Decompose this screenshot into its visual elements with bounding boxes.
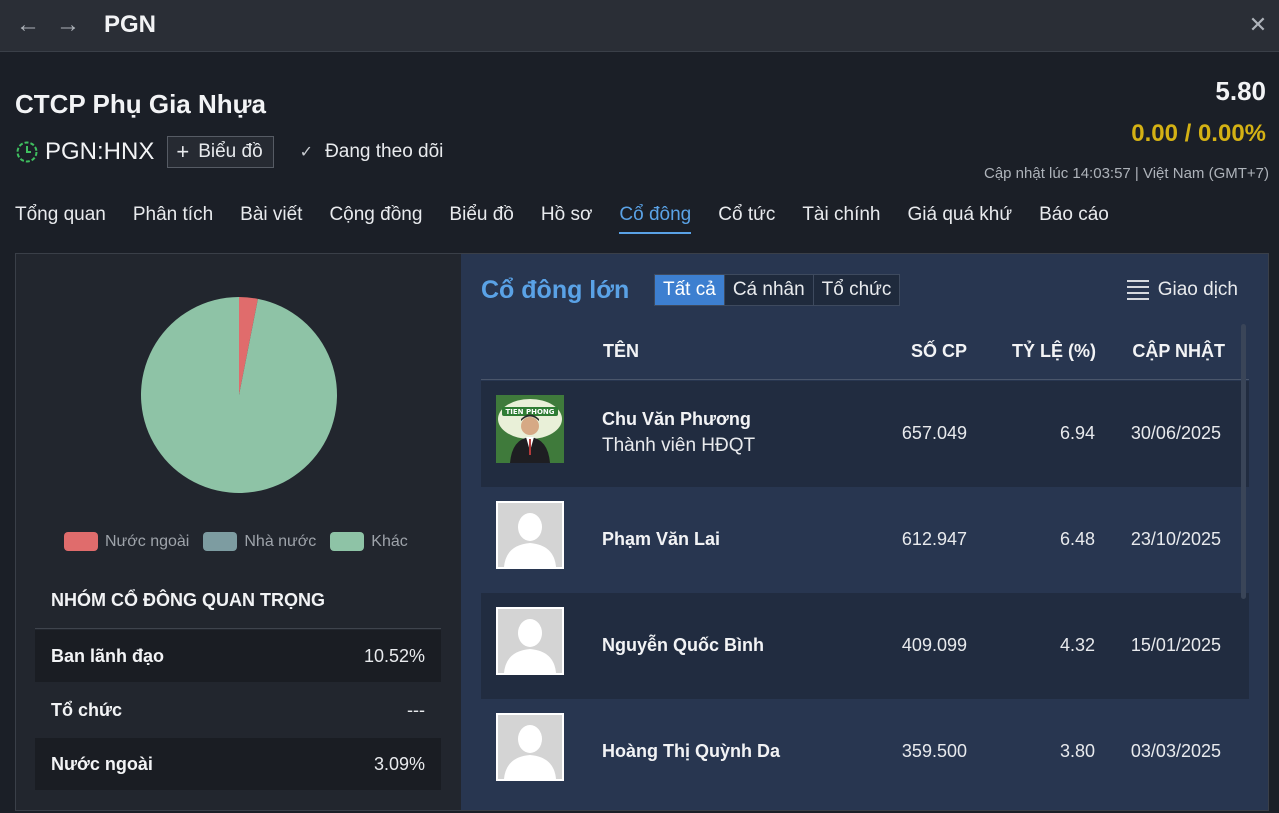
pie-svg [141, 297, 338, 493]
check-icon: ✓ [299, 144, 314, 161]
col-name[interactable]: TÊN [603, 341, 639, 362]
major-shareholders-title: Cổ đông lớn [481, 276, 630, 304]
shareholder-percent: 6.48 [1059, 529, 1095, 549]
col-shares[interactable]: SỐ CP [911, 341, 967, 362]
filter-organization[interactable]: Tổ chức [813, 275, 900, 305]
legend-item-foreign[interactable]: Nước ngoài [64, 532, 189, 551]
legend-swatch-other [330, 532, 365, 551]
tab-reports[interactable]: Báo cáo [1039, 204, 1109, 234]
shareholder-filter: Tất cả Cá nhân Tổ chức [654, 274, 901, 306]
table-row[interactable]: Phạm Văn Lai 612.947 6.48 23/10/2025 [481, 487, 1249, 593]
legend-swatch-foreign [64, 532, 98, 551]
tab-bar: Tổng quan Phân tích Bài viết Cộng đồng B… [15, 204, 1136, 234]
shareholder-shares: 612.947 [901, 529, 967, 549]
company-name: CTCP Phụ Gia Nhựa [15, 89, 266, 119]
tab-price-history[interactable]: Giá quá khứ [907, 204, 1012, 234]
plus-icon: + [176, 139, 190, 164]
table-row[interactable]: Nguyễn Quốc Bình 409.099 4.32 15/01/2025 [481, 593, 1249, 699]
key-group-value: 10.52% [363, 645, 425, 666]
legend-item-state[interactable]: Nhà nước [203, 532, 316, 551]
shareholder-role: Thành viên HĐQT [602, 435, 756, 456]
shareholder-name[interactable]: Nguyễn Quốc Bình [602, 635, 764, 656]
shareholder-updated: 03/03/2025 [1130, 741, 1221, 761]
tab-dividends[interactable]: Cổ tức [718, 204, 775, 234]
key-group-label: Nước ngoài [51, 753, 153, 774]
ticker-symbol: PGN:HNX [45, 138, 155, 165]
price: 5.80 [1215, 76, 1266, 106]
ownership-section: Nước ngoài Nhà nước Khác NHÓM CỔ ĐÔNG QU… [16, 254, 461, 810]
table-scrollbar[interactable] [1241, 324, 1246, 599]
shareholder-percent: 6.94 [1059, 423, 1095, 443]
title-bar: ← → PGN ✕ [0, 0, 1279, 52]
tab-shareholders[interactable]: Cổ đông [619, 204, 692, 234]
default-avatar-icon [496, 607, 564, 675]
shareholder-shares: 359.500 [901, 741, 967, 761]
table-row[interactable]: Hoàng Thị Quỳnh Da 359.500 3.80 03/03/20… [481, 699, 1249, 805]
tab-chart[interactable]: Biểu đồ [449, 204, 513, 234]
key-group-label: Ban lãnh đạo [51, 645, 165, 666]
shareholder-shares: 657.049 [901, 423, 967, 443]
legend-item-other[interactable]: Khác [330, 532, 408, 551]
key-group-row: Tổ chức --- [35, 684, 441, 736]
col-percent[interactable]: TỶ LỆ (%) [1012, 341, 1096, 362]
price-change: 0.00 / 0.00% [1131, 120, 1266, 147]
chart-button-label: Biểu đồ [198, 141, 263, 162]
tab-financials[interactable]: Tài chính [802, 204, 880, 234]
pie-legend: Nước ngoài Nhà nước Khác [64, 532, 422, 551]
follow-label: Đang theo dõi [325, 141, 444, 162]
transactions-label: Giao dịch [1157, 279, 1238, 300]
filter-individual[interactable]: Cá nhân [724, 275, 814, 305]
col-updated[interactable]: CẬP NHẬT [1132, 341, 1225, 362]
clock-status-icon [16, 141, 38, 163]
close-icon[interactable]: ✕ [1245, 10, 1271, 40]
shareholders-panel: Nước ngoài Nhà nước Khác NHÓM CỔ ĐÔNG QU… [15, 253, 1269, 811]
major-shareholders-section: Cổ đông lớn Tất cả Cá nhân Tổ chức Giao … [461, 254, 1268, 810]
key-group-value: 3.09% [373, 753, 425, 774]
tab-articles[interactable]: Bài viết [240, 204, 302, 234]
tab-analysis[interactable]: Phân tích [133, 204, 213, 234]
forward-arrow-icon[interactable]: → [54, 10, 82, 40]
default-avatar-icon [496, 713, 564, 781]
shareholder-updated: 23/10/2025 [1130, 529, 1221, 549]
chart-button[interactable]: + Biểu đồ [167, 136, 274, 168]
tab-profile[interactable]: Hồ sơ [541, 204, 593, 234]
shareholder-name[interactable]: Hoàng Thị Quỳnh Da [602, 741, 780, 762]
list-icon [1126, 278, 1149, 302]
filter-all[interactable]: Tất cả [655, 275, 725, 305]
divider [35, 628, 441, 629]
key-group-value: --- [407, 699, 425, 720]
back-arrow-icon[interactable]: ← [14, 10, 42, 40]
key-group-row: Nước ngoài 3.09% [35, 738, 441, 790]
shareholder-name[interactable]: Phạm Văn Lai [602, 529, 720, 550]
ticker-row: PGN:HNX + Biểu đồ ✓ Đang theo dõi [15, 136, 443, 168]
legend-label-other: Khác [371, 532, 408, 550]
follow-button[interactable]: ✓ Đang theo dõi [300, 141, 444, 163]
ownership-pie-chart [140, 296, 338, 494]
transactions-button[interactable]: Giao dịch [1126, 278, 1238, 302]
legend-label-foreign: Nước ngoài [105, 532, 190, 550]
shareholder-updated: 30/06/2025 [1130, 423, 1221, 443]
key-group-label: Tổ chức [51, 699, 123, 720]
legend-swatch-state [203, 532, 238, 551]
shareholder-updated: 15/01/2025 [1130, 635, 1221, 655]
tab-community[interactable]: Cộng đồng [329, 204, 422, 234]
table-header: TÊN SỐ CP TỶ LỆ (%) CẬP NHẬT [481, 324, 1249, 380]
window-title: PGN [104, 11, 157, 38]
shareholder-photo: TIEN PHONG [496, 395, 564, 463]
key-groups-title: NHÓM CỔ ĐÔNG QUAN TRỌNG [51, 590, 325, 610]
shareholder-name[interactable]: Chu Văn Phương [602, 409, 751, 430]
legend-label-state: Nhà nước [244, 532, 317, 550]
shareholder-percent: 3.80 [1059, 741, 1095, 761]
key-group-row: Ban lãnh đạo 10.52% [35, 630, 441, 682]
tab-overview[interactable]: Tổng quan [15, 204, 106, 234]
shareholder-percent: 4.32 [1059, 635, 1095, 655]
update-time: Cập nhật lúc 14:03:57 | Việt Nam (GMT+7) [983, 165, 1269, 182]
shareholder-shares: 409.099 [901, 635, 967, 655]
table-row[interactable]: TIEN PHONG Chu Văn Phương Thành viên HĐQ… [481, 381, 1249, 487]
default-avatar-icon [496, 501, 564, 569]
